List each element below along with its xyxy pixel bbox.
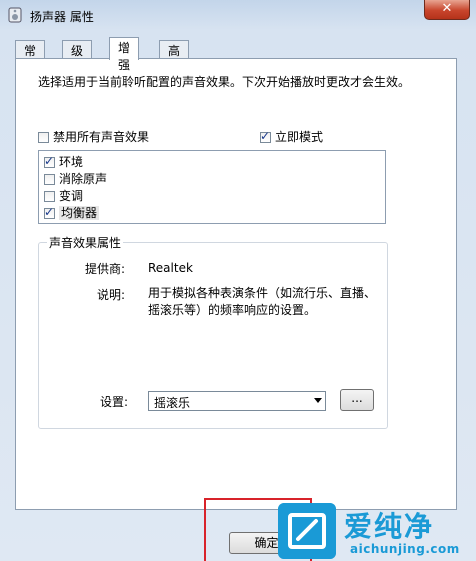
immediate-mode-option[interactable]: ✓ 立即模式 <box>260 128 323 145</box>
disable-all-label: 禁用所有声音效果 <box>53 130 150 144</box>
close-button[interactable]: ✕ <box>424 0 470 20</box>
watermark-logo <box>278 503 336 559</box>
immediate-mode-checkbox[interactable]: ✓ <box>260 129 271 143</box>
disable-all-option[interactable]: 禁用所有声音效果 <box>38 128 149 145</box>
effect-properties-group: 声音效果属性 提供商: Realtek 说明: 用于模拟各种表演条件（如流行乐、… <box>38 234 388 429</box>
setting-select[interactable]: 摇滚乐 <box>148 391 326 411</box>
effect-label: 均衡器 <box>59 206 100 220</box>
description-key: 说明: <box>97 288 126 302</box>
watermark-url: aichunjing.com <box>350 542 460 556</box>
effect-item-voice-cancel[interactable]: 消除原声 <box>44 170 107 187</box>
setting-key: 设置: <box>100 395 129 409</box>
description-text: 选择适用于当前聆听配置的声音效果。下次开始播放时更改才会生效。 <box>38 75 411 89</box>
window-title: 扬声器 属性 <box>30 10 94 24</box>
enhancements-panel: 选择适用于当前聆听配置的声音效果。下次开始播放时更改才会生效。 禁用所有声音效果… <box>15 58 457 510</box>
effect-label: 变调 <box>59 189 84 203</box>
watermark: 爱纯净 aichunjing.com <box>278 503 473 560</box>
watermark-text: 爱纯净 <box>344 510 435 543</box>
checkmark-icon: ✓ <box>44 154 55 168</box>
disable-all-checkbox[interactable] <box>38 132 49 143</box>
group-title: 声音效果属性 <box>47 234 124 251</box>
checkmark-icon: ✓ <box>44 205 55 219</box>
provider-key: 提供商: <box>85 262 126 276</box>
title-bar[interactable]: 扬声器 属性 ✕ <box>0 0 476 30</box>
effect-item-environment[interactable]: ✓ 环境 <box>44 153 83 170</box>
effect-label: 消除原声 <box>59 172 108 186</box>
tab-levels[interactable]: 级别 <box>62 40 93 75</box>
setting-value: 摇滚乐 <box>154 396 191 410</box>
chevron-down-icon <box>314 398 322 403</box>
effects-list[interactable]: ✓ 环境 消除原声 变调 ✓ 均衡器 <box>38 150 386 224</box>
tab-enhancements[interactable]: 增强 <box>109 37 140 72</box>
close-icon: ✕ <box>441 1 453 16</box>
immediate-mode-label: 立即模式 <box>275 130 324 144</box>
tab-label: 增强 <box>118 41 131 72</box>
speaker-icon <box>8 7 22 23</box>
effect-item-pitch[interactable]: 变调 <box>44 187 83 204</box>
checkmark-icon: ✓ <box>260 129 271 143</box>
description-value: 用于模拟各种表演条件（如流行乐、直播、摇滚乐等）的频率响应的设置。 <box>148 286 377 317</box>
tab-advanced[interactable]: 高级 <box>159 40 190 75</box>
more-settings-button[interactable]: ... <box>340 389 374 411</box>
provider-value: Realtek <box>148 261 193 275</box>
effect-checkbox[interactable] <box>44 191 55 202</box>
effect-item-equalizer[interactable]: ✓ 均衡器 <box>44 204 100 221</box>
effect-checkbox[interactable] <box>44 174 55 185</box>
effect-checkbox[interactable]: ✓ <box>44 154 55 168</box>
tab-general[interactable]: 常规 <box>15 40 46 75</box>
effect-label: 环境 <box>59 155 84 169</box>
effect-checkbox[interactable]: ✓ <box>44 205 55 219</box>
